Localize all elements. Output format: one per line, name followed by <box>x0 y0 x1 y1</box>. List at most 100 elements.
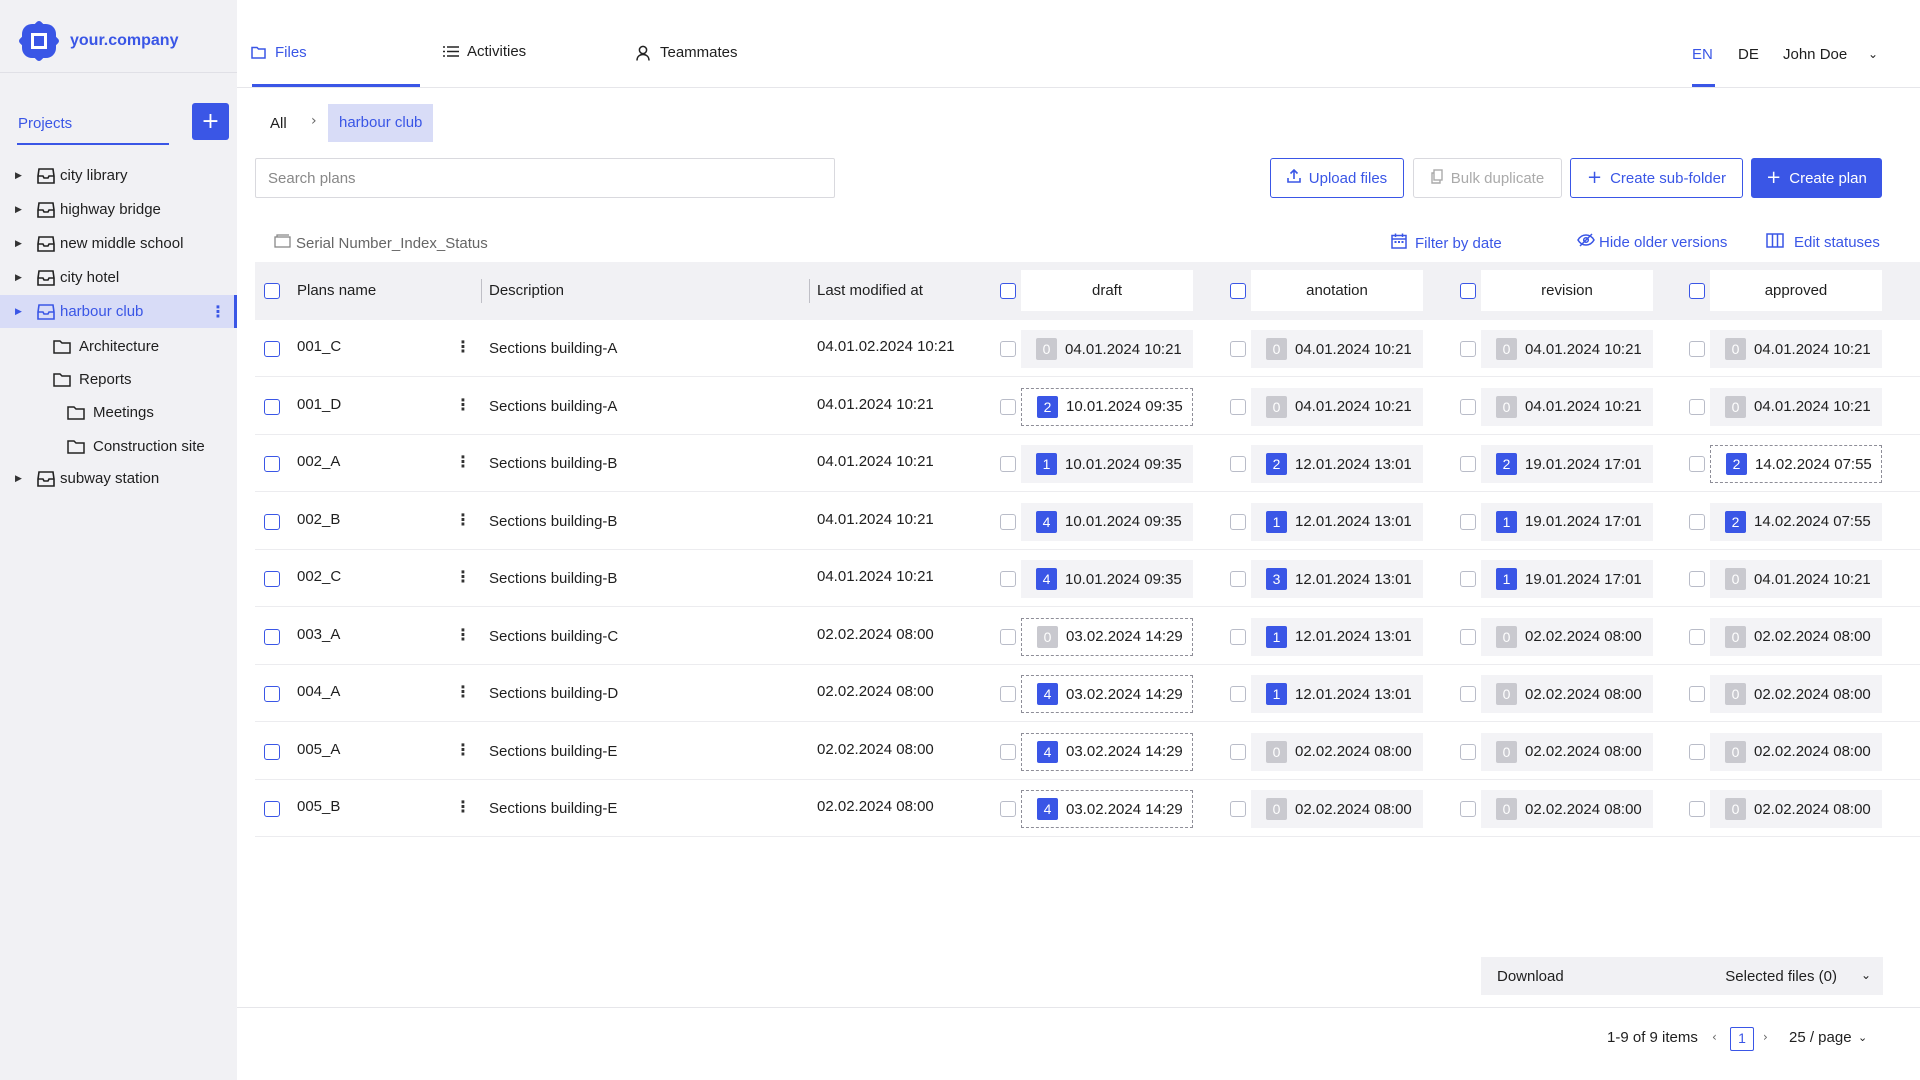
create-plan-button[interactable]: + Create plan <box>1751 158 1882 198</box>
status-anotation-checkbox[interactable] <box>1230 513 1246 530</box>
tab-activities[interactable]: Activities <box>443 43 526 60</box>
plan-name[interactable]: 001_D <box>297 396 341 413</box>
status-approved-checkbox[interactable] <box>1689 686 1705 702</box>
status-approved-checkbox[interactable] <box>1689 628 1705 645</box>
status-cell-draft[interactable]: 1 10.01.2024 09:35 <box>1021 445 1193 483</box>
status-cell-approved[interactable]: 2 14.02.2024 07:55 <box>1710 502 1882 541</box>
projects-tab[interactable]: Projects <box>18 115 72 132</box>
chevron-down-icon[interactable]: ⌄ <box>1861 968 1871 982</box>
status-column-approved[interactable]: approved <box>1710 270 1882 311</box>
pagination-page-1[interactable]: 1 <box>1730 1027 1754 1051</box>
more-vertical-icon[interactable]: ⋮ <box>455 337 471 356</box>
plan-name[interactable]: 002_B <box>297 511 340 528</box>
table-row[interactable]: 002_B ⋮ Sections building-B 04.01.2024 10:2… <box>255 493 1920 550</box>
status-draft-checkbox[interactable] <box>1000 628 1016 645</box>
status-cell-approved[interactable]: 0 02.02.2024 08:00 <box>1710 675 1882 713</box>
project-item-subway-station[interactable]: ▶ subway station <box>0 462 237 495</box>
project-item-highway-bridge[interactable]: ▶ highway bridge <box>0 193 237 226</box>
status-cell-anotation[interactable]: 0 04.01.2024 10:21 <box>1251 330 1423 368</box>
status-cell-revision[interactable]: 1 19.01.2024 17:01 <box>1481 560 1653 598</box>
column-last-modified[interactable]: Last modified at <box>817 282 923 299</box>
status-cell-revision[interactable]: 0 02.02.2024 08:00 <box>1481 675 1653 713</box>
language-en[interactable]: EN <box>1692 46 1713 63</box>
status-cell-draft[interactable]: 0 03.02.2024 14:29 <box>1021 617 1193 656</box>
chevron-right-icon[interactable]: › <box>1763 1030 1768 1044</box>
page-size-select[interactable]: 25 / page <box>1789 1029 1852 1046</box>
more-vertical-icon[interactable]: ⋮ <box>210 302 226 321</box>
language-de[interactable]: DE <box>1738 46 1759 63</box>
row-checkbox[interactable] <box>264 801 280 817</box>
more-vertical-icon[interactable]: ⋮ <box>455 740 471 759</box>
status-cell-revision[interactable]: 1 19.01.2024 17:01 <box>1481 502 1653 541</box>
status-cell-approved[interactable]: 0 04.01.2024 10:21 <box>1710 560 1882 598</box>
status-cell-approved[interactable]: 2 14.02.2024 07:55 <box>1710 445 1882 483</box>
more-vertical-icon[interactable]: ⋮ <box>455 625 471 644</box>
row-checkbox[interactable] <box>264 456 280 472</box>
upload-files-button[interactable]: Upload files <box>1270 158 1404 198</box>
search-input[interactable] <box>255 158 835 198</box>
status-draft-checkbox[interactable] <box>1000 743 1016 760</box>
more-vertical-icon[interactable]: ⋮ <box>455 395 471 414</box>
status-cell-anotation[interactable]: 3 12.01.2024 13:01 <box>1251 560 1423 598</box>
select-status-approved-checkbox[interactable] <box>1689 283 1705 299</box>
status-cell-draft[interactable]: 4 10.01.2024 09:35 <box>1021 502 1193 541</box>
row-checkbox[interactable] <box>264 341 280 357</box>
status-cell-anotation[interactable]: 0 02.02.2024 08:00 <box>1251 732 1423 771</box>
status-cell-draft[interactable]: 4 03.02.2024 14:29 <box>1021 675 1193 713</box>
plan-name[interactable]: 002_A <box>297 453 340 470</box>
create-subfolder-button[interactable]: + Create sub-folder <box>1570 158 1743 198</box>
bulk-duplicate-button[interactable]: Bulk duplicate <box>1413 158 1562 198</box>
folder-item-architecture[interactable]: Architecture <box>53 331 159 361</box>
column-resizer[interactable] <box>809 279 810 303</box>
status-cell-approved[interactable]: 0 02.02.2024 08:00 <box>1710 617 1882 656</box>
status-anotation-checkbox[interactable] <box>1230 571 1246 587</box>
select-status-anotation-checkbox[interactable] <box>1230 283 1246 299</box>
table-row[interactable]: 005_B ⋮ Sections building-E 02.02.2024 08:0… <box>255 780 1920 837</box>
caret-right-icon[interactable]: ▶ <box>15 239 25 249</box>
status-approved-checkbox[interactable] <box>1689 571 1705 587</box>
hide-older-versions-button[interactable]: Hide older versions <box>1577 233 1727 251</box>
breadcrumb-all[interactable]: All <box>270 115 287 132</box>
row-checkbox[interactable] <box>264 398 280 415</box>
status-approved-checkbox[interactable] <box>1689 456 1705 472</box>
table-row[interactable]: 001_D ⋮ Sections building-A 04.01.2024 10:2… <box>255 378 1920 435</box>
status-anotation-checkbox[interactable] <box>1230 686 1246 702</box>
add-project-button[interactable]: + <box>192 103 229 140</box>
folder-item-meetings[interactable]: Meetings <box>67 397 154 427</box>
plan-name[interactable]: 004_A <box>297 683 340 700</box>
status-cell-anotation[interactable]: 1 12.01.2024 13:01 <box>1251 675 1423 713</box>
status-draft-checkbox[interactable] <box>1000 686 1016 702</box>
plan-name[interactable]: 001_C <box>297 338 341 355</box>
status-cell-anotation[interactable]: 0 04.01.2024 10:21 <box>1251 387 1423 426</box>
more-vertical-icon[interactable]: ⋮ <box>455 452 471 471</box>
status-cell-anotation[interactable]: 1 12.01.2024 13:01 <box>1251 617 1423 656</box>
column-resizer[interactable] <box>481 279 482 303</box>
status-draft-checkbox[interactable] <box>1000 571 1016 587</box>
status-anotation-checkbox[interactable] <box>1230 801 1246 817</box>
status-revision-checkbox[interactable] <box>1460 398 1476 415</box>
column-description[interactable]: Description <box>489 282 564 299</box>
row-checkbox[interactable] <box>264 513 280 530</box>
download-bar[interactable]: Download Selected files (0) ⌄ <box>1481 957 1883 995</box>
folder-item-construction-site[interactable]: Construction site <box>67 431 205 461</box>
status-cell-revision[interactable]: 0 04.01.2024 10:21 <box>1481 387 1653 426</box>
caret-right-icon[interactable]: ▶ <box>15 307 25 317</box>
status-cell-approved[interactable]: 0 02.02.2024 08:00 <box>1710 790 1882 828</box>
row-checkbox[interactable] <box>264 743 280 760</box>
status-cell-draft[interactable]: 0 04.01.2024 10:21 <box>1021 330 1193 368</box>
logo[interactable]: your.company <box>16 18 178 64</box>
status-draft-checkbox[interactable] <box>1000 398 1016 415</box>
plan-name[interactable]: 002_C <box>297 568 341 585</box>
project-item-city-hotel[interactable]: ▶ city hotel <box>0 261 237 294</box>
status-draft-checkbox[interactable] <box>1000 341 1016 357</box>
table-row[interactable]: 001_C ⋮ Sections building-A 04.01.02.2024 1… <box>255 320 1920 377</box>
status-cell-revision[interactable]: 0 04.01.2024 10:21 <box>1481 330 1653 368</box>
status-cell-revision[interactable]: 2 19.01.2024 17:01 <box>1481 445 1653 483</box>
status-cell-approved[interactable]: 0 04.01.2024 10:21 <box>1710 330 1882 368</box>
project-item-harbour-club[interactable]: ▶ harbour club ⋮ <box>0 295 237 328</box>
status-draft-checkbox[interactable] <box>1000 801 1016 817</box>
status-cell-draft[interactable]: 4 03.02.2024 14:29 <box>1021 790 1193 828</box>
select-status-revision-checkbox[interactable] <box>1460 283 1476 299</box>
plan-name[interactable]: 005_A <box>297 741 340 758</box>
status-revision-checkbox[interactable] <box>1460 686 1476 702</box>
